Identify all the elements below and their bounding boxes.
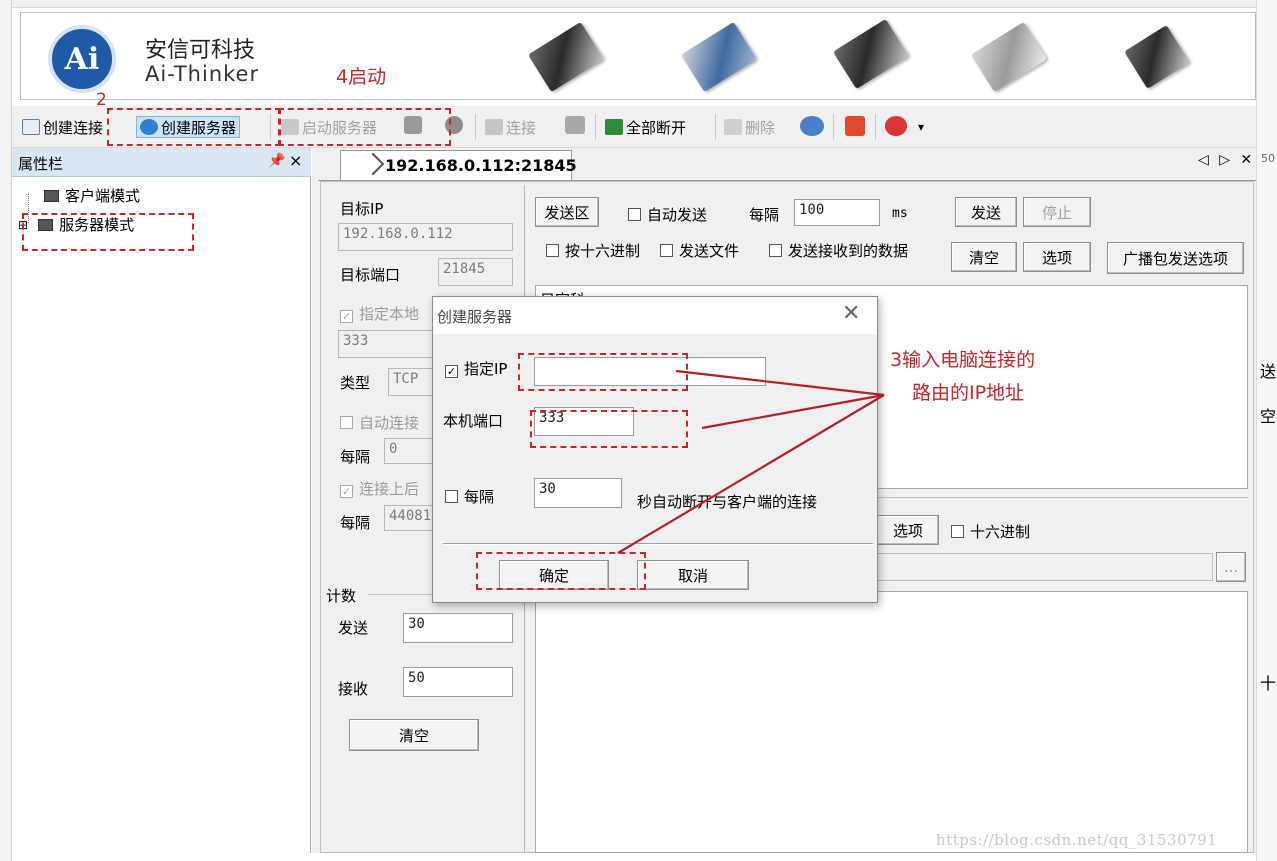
arrow-to-ip — [675, 369, 885, 397]
annotation-arrows — [617, 369, 885, 554]
watermark: https://blog.csdn.net/qq_31530791 — [936, 831, 1218, 849]
